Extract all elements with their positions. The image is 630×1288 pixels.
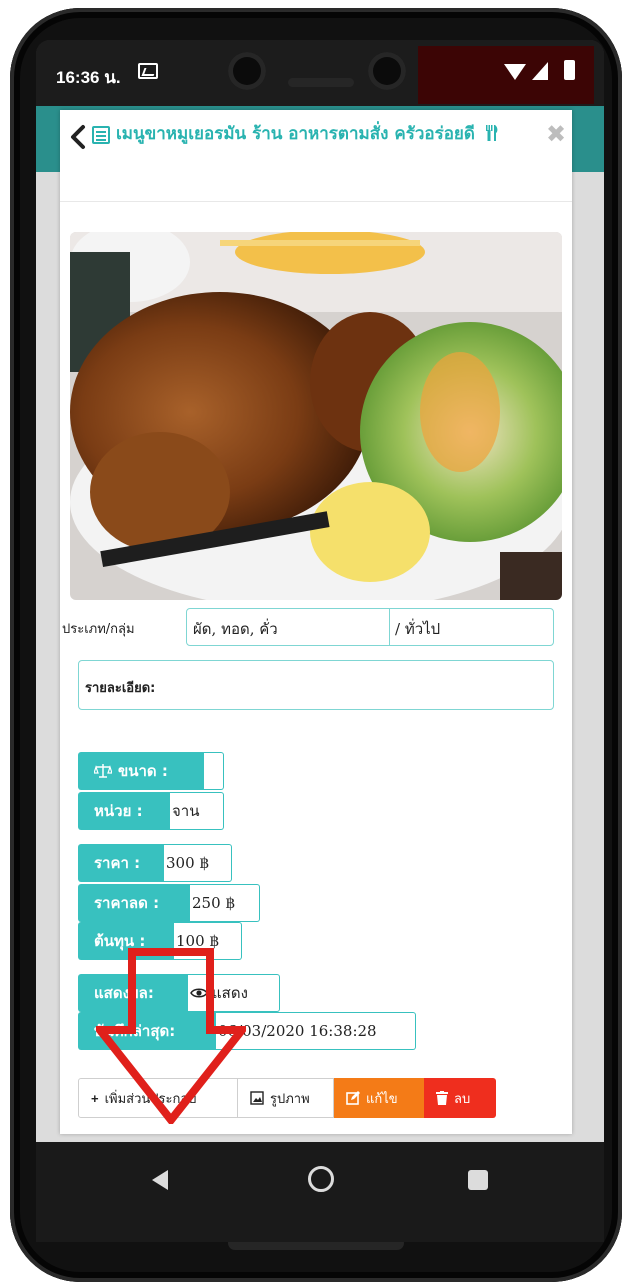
display-row: แสดงผล: แสดง	[78, 974, 280, 1012]
category-separator	[389, 609, 390, 645]
image-button[interactable]: รูปภาพ	[238, 1078, 334, 1118]
edit-icon	[346, 1091, 360, 1105]
discount-price-row: ราคาลด : 250 ฿	[78, 884, 260, 922]
menu-detail-modal: เมนูขาหมูเยอรมัน ร้าน อาหารตามสั่ง ครัวอ…	[60, 110, 572, 1134]
size-row: ขนาด :	[78, 752, 224, 790]
plus-icon: +	[91, 1090, 99, 1106]
trash-icon	[436, 1091, 448, 1105]
signal-icon	[532, 62, 548, 80]
category-box: ผัด, ทอด, คั่ว / ทั่วไป	[186, 608, 554, 646]
price-row: ราคา : 300 ฿	[78, 844, 232, 882]
last-saved-value: 06/03/2020 16:38:28	[216, 1012, 416, 1050]
close-icon[interactable]: ✖	[546, 120, 566, 148]
edit-label: แก้ไข	[366, 1090, 398, 1106]
wifi-icon	[504, 64, 526, 80]
front-camera	[228, 52, 266, 90]
add-component-button[interactable]: + เพิ่มส่วนประกอบ	[78, 1078, 238, 1118]
display-value: แสดง	[212, 984, 248, 1002]
display-value-box: แสดง	[188, 974, 280, 1012]
discount-price-value: 250 ฿	[190, 884, 260, 922]
price-value: 300 ฿	[164, 844, 232, 882]
action-buttons: + เพิ่มส่วนประกอบ รูปภาพ แก้ไข ลบ	[78, 1078, 496, 1118]
list-icon	[92, 126, 110, 144]
phone-screen: 16:36 น. เมนูขาหมูเยอรมัน ร้าน อาหารตามส…	[36, 40, 604, 1242]
front-sensor	[368, 52, 406, 90]
size-label: ขนาด :	[118, 762, 168, 780]
add-component-label: เพิ่มส่วนประกอบ	[104, 1090, 197, 1106]
image-label: รูปภาพ	[270, 1090, 310, 1106]
type-value: ผัด, ทอด, คั่ว	[193, 620, 278, 638]
size-tag: ขนาด :	[78, 752, 204, 790]
delete-button[interactable]: ลบ	[424, 1078, 496, 1118]
status-bar: 16:36 น.	[36, 40, 604, 106]
nav-home-icon[interactable]	[308, 1166, 334, 1192]
details-label: รายละเอียด:	[85, 681, 156, 696]
picture-icon	[250, 1091, 264, 1105]
display-label: แสดงผล:	[78, 974, 188, 1012]
unit-label: หน่วย :	[78, 792, 170, 830]
delete-label: ลบ	[454, 1090, 471, 1106]
scale-icon	[94, 764, 112, 778]
nav-recent-apps-icon[interactable]	[468, 1170, 488, 1190]
price-label: ราคา :	[78, 844, 164, 882]
category-label: ประเภท/กลุ่ม	[62, 622, 135, 637]
group-value: / ทั่วไป	[395, 620, 441, 638]
eye-icon	[190, 988, 208, 998]
unit-row: หน่วย : จาน	[78, 792, 224, 830]
last-saved-label: บันทึกล่าสุด:	[78, 1012, 216, 1050]
unit-value: จาน	[170, 792, 224, 830]
modal-header: เมนูขาหมูเยอรมัน ร้าน อาหารตามสั่ง ครัวอ…	[60, 110, 572, 202]
cost-label: ต้นทุน :	[78, 922, 174, 960]
food-photo	[70, 232, 562, 600]
nav-back-icon[interactable]	[152, 1170, 168, 1190]
details-box: รายละเอียด:	[78, 660, 554, 710]
cost-value: 100 ฿	[174, 922, 242, 960]
battery-icon	[564, 60, 575, 80]
status-time: 16:36 น.	[56, 68, 121, 87]
edit-button[interactable]: แก้ไข	[334, 1078, 424, 1118]
cost-row: ต้นทุน : 100 ฿	[78, 922, 242, 960]
cutlery-icon	[485, 125, 498, 141]
image-notification-icon	[138, 63, 158, 79]
navigation-bar	[36, 1142, 604, 1242]
modal-title-wrap: เมนูขาหมูเยอรมัน ร้าน อาหารตามสั่ง ครัวอ…	[116, 122, 536, 146]
last-saved-row: บันทึกล่าสุด: 06/03/2020 16:38:28	[78, 1012, 416, 1050]
back-icon[interactable]	[68, 124, 88, 150]
size-value	[204, 752, 224, 790]
modal-title: เมนูขาหมูเยอรมัน ร้าน อาหารตามสั่ง ครัวอ…	[116, 124, 475, 144]
discount-price-label: ราคาลด :	[78, 884, 190, 922]
earpiece	[288, 78, 354, 87]
